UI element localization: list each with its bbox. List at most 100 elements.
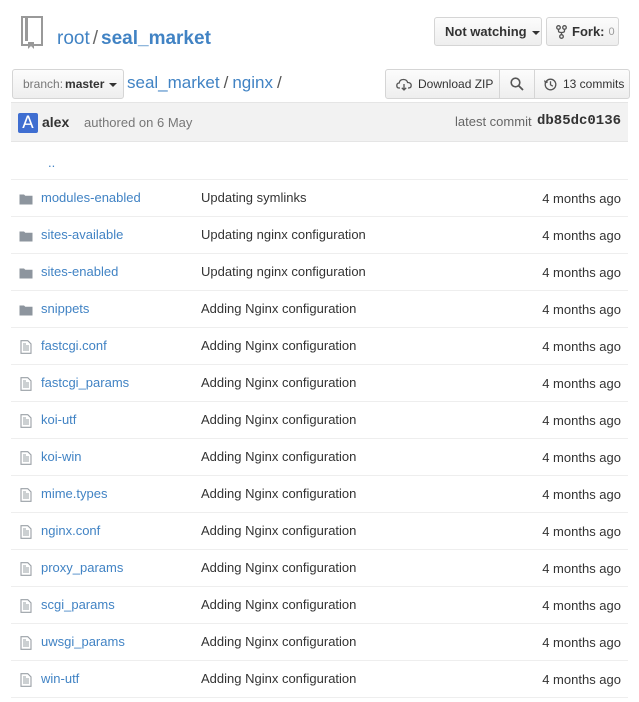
file-name-link[interactable]: win-utf	[41, 671, 79, 686]
commit-message-link[interactable]: Adding Nginx configuration	[201, 597, 356, 612]
fork-button[interactable]: Fork: 0	[546, 17, 619, 46]
commit-message-link[interactable]: Adding Nginx configuration	[201, 523, 356, 538]
file-age: 4 months ago	[542, 635, 621, 650]
file-row: win-utf Adding Nginx configuration 4 mon…	[11, 661, 628, 698]
watch-button[interactable]: Not watching	[434, 17, 542, 46]
file-text-icon	[20, 340, 32, 354]
file-age: 4 months ago	[542, 524, 621, 539]
file-text-icon	[20, 599, 32, 613]
file-text-icon	[20, 562, 32, 576]
breadcrumb: seal_market / nginx /	[127, 71, 286, 95]
file-text-icon	[20, 673, 32, 687]
file-row: mime.types Adding Nginx configuration 4 …	[11, 476, 628, 513]
folder-icon	[19, 305, 33, 316]
file-name-link[interactable]: fastcgi_params	[41, 375, 129, 390]
repo-icon	[21, 16, 43, 49]
latest-commit-bar: A alex authored on 6 May latest commit d…	[11, 102, 628, 142]
file-row: proxy_params Adding Nginx configuration …	[11, 550, 628, 587]
repo-owner-link[interactable]: root	[57, 28, 90, 49]
file-name-link[interactable]: koi-win	[41, 449, 81, 464]
file-row: modules-enabled Updating symlinks 4 mont…	[11, 180, 628, 217]
commit-message-link[interactable]: Adding Nginx configuration	[201, 486, 356, 501]
file-name-link[interactable]: sites-available	[41, 227, 123, 242]
repo-header: root / seal_market Not watching Fork: 0	[0, 0, 639, 64]
repo-title: root / seal_market	[57, 26, 211, 52]
file-row: koi-utf Adding Nginx configuration 4 mon…	[11, 402, 628, 439]
cloud-download-icon	[396, 78, 412, 91]
folder-icon	[19, 231, 33, 242]
file-row: uwsgi_params Adding Nginx configuration …	[11, 624, 628, 661]
avatar[interactable]: A	[18, 113, 38, 133]
file-age: 4 months ago	[542, 265, 621, 280]
file-age: 4 months ago	[542, 413, 621, 428]
file-row: sites-enabled Updating nginx configurati…	[11, 254, 628, 291]
file-row: snippets Adding Nginx configuration 4 mo…	[11, 291, 628, 328]
commit-message-link[interactable]: Adding Nginx configuration	[201, 560, 356, 575]
file-name-link[interactable]: nginx.conf	[41, 523, 100, 538]
commit-message-link[interactable]: Adding Nginx configuration	[201, 338, 356, 353]
file-row: koi-win Adding Nginx configuration 4 mon…	[11, 439, 628, 476]
file-name-link[interactable]: modules-enabled	[41, 190, 141, 205]
file-list: .. modules-enabled Updating symlinks 4 m…	[11, 142, 628, 698]
folder-icon	[19, 194, 33, 205]
branch-name: master	[65, 77, 105, 91]
file-age: 4 months ago	[542, 561, 621, 576]
file-row: fastcgi_params Adding Nginx configuratio…	[11, 365, 628, 402]
breadcrumb-item-nginx[interactable]: nginx	[232, 73, 273, 92]
file-age: 4 months ago	[542, 228, 621, 243]
file-name-link[interactable]: koi-utf	[41, 412, 76, 427]
file-name-link[interactable]: sites-enabled	[41, 264, 118, 279]
branch-selector[interactable]: branch: master	[12, 69, 124, 99]
folder-icon	[19, 268, 33, 279]
chevron-down-icon	[109, 83, 118, 87]
file-text-icon	[20, 414, 32, 428]
fork-icon	[556, 24, 567, 39]
repo-title-separator: /	[92, 28, 99, 49]
file-name-link[interactable]: uwsgi_params	[41, 634, 125, 649]
commit-author-link[interactable]: alex	[42, 114, 69, 130]
fork-count: 0	[608, 25, 615, 38]
file-row: sites-available Updating nginx configura…	[11, 217, 628, 254]
commit-message-link[interactable]: Adding Nginx configuration	[201, 375, 356, 390]
download-zip-label: Download ZIP	[418, 77, 494, 91]
breadcrumb-separator: /	[223, 73, 229, 92]
file-row: fastcgi.conf Adding Nginx configuration …	[11, 328, 628, 365]
file-age: 4 months ago	[542, 450, 621, 465]
watch-button-label: Not watching	[445, 24, 527, 39]
search-button[interactable]	[499, 70, 534, 98]
commit-message-link[interactable]: Updating nginx configuration	[201, 264, 366, 279]
parent-directory-row: ..	[11, 142, 628, 180]
commit-message-link[interactable]: Updating symlinks	[201, 190, 307, 205]
file-age: 4 months ago	[542, 598, 621, 613]
chevron-down-icon	[531, 30, 540, 35]
latest-commit-label: latest commit	[455, 114, 532, 129]
file-name-link[interactable]: mime.types	[41, 486, 107, 501]
commit-message-link[interactable]: Adding Nginx configuration	[201, 634, 356, 649]
history-icon	[544, 78, 557, 90]
breadcrumb-item-repo[interactable]: seal_market	[127, 73, 220, 92]
breadcrumb-separator: /	[276, 73, 282, 92]
branch-prefix: branch:	[23, 77, 64, 91]
file-row: nginx.conf Adding Nginx configuration 4 …	[11, 513, 628, 550]
file-age: 4 months ago	[542, 339, 621, 354]
commit-sha-link[interactable]: db85dc0136	[537, 113, 621, 129]
repo-name-link[interactable]: seal_market	[101, 28, 211, 49]
commit-message-link[interactable]: Adding Nginx configuration	[201, 671, 356, 686]
file-age: 4 months ago	[542, 376, 621, 391]
commit-message-link[interactable]: Updating nginx configuration	[201, 227, 366, 242]
file-text-icon	[20, 488, 32, 502]
file-name-link[interactable]: snippets	[41, 301, 89, 316]
commit-message-link[interactable]: Adding Nginx configuration	[201, 301, 356, 316]
file-text-icon	[20, 377, 32, 391]
file-text-icon	[20, 525, 32, 539]
download-zip-button[interactable]: Download ZIP	[386, 70, 499, 98]
file-text-icon	[20, 451, 32, 465]
commit-message-link[interactable]: Adding Nginx configuration	[201, 449, 356, 464]
fork-button-label: Fork:	[572, 24, 605, 39]
commits-button[interactable]: 13 commits	[534, 70, 629, 98]
file-name-link[interactable]: proxy_params	[41, 560, 123, 575]
parent-directory-link[interactable]: ..	[48, 155, 55, 170]
file-name-link[interactable]: fastcgi.conf	[41, 338, 107, 353]
commit-message-link[interactable]: Adding Nginx configuration	[201, 412, 356, 427]
file-name-link[interactable]: scgi_params	[41, 597, 115, 612]
